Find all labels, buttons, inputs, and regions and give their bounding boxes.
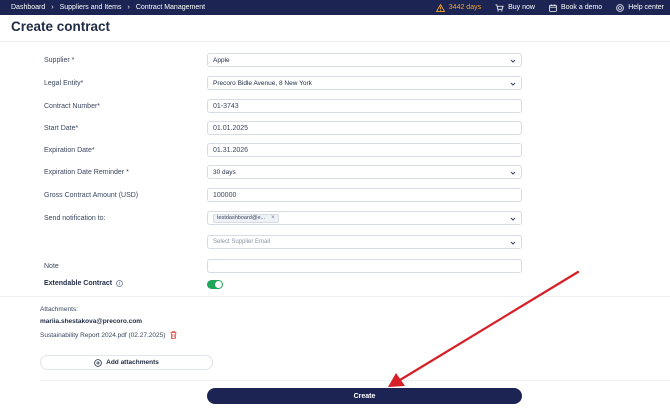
help-circle-icon xyxy=(616,3,624,12)
legal-entity-value: Precoro Bidle Avenue, 8 New York xyxy=(213,79,312,87)
contract-number-value: 01-3743 xyxy=(213,102,239,110)
expiration-date-input[interactable]: 01.31.2026 xyxy=(207,143,522,157)
expiration-reminder-label: Expiration Date Reminder * xyxy=(44,169,129,176)
expiration-reminder-value: 30 days xyxy=(213,168,236,176)
trial-days-text: 3442 days xyxy=(448,4,482,11)
divider xyxy=(0,41,670,42)
gross-amount-label: Gross Contract Amount (USD) xyxy=(44,192,139,199)
create-button-label: Create xyxy=(353,392,376,400)
buy-now-button[interactable]: Buy now xyxy=(495,3,535,12)
chevron-down-icon xyxy=(510,59,516,63)
help-center-label: Help center xyxy=(628,4,664,11)
cart-icon xyxy=(495,3,504,12)
notification-recipients-select[interactable]: testdashboard@e... × xyxy=(207,211,522,225)
note-input[interactable] xyxy=(207,259,522,273)
attachments-label: Attachments: xyxy=(40,306,78,313)
calendar-icon xyxy=(549,3,557,12)
extendable-contract-label: Extendable Contract i xyxy=(44,280,124,287)
warning-icon xyxy=(435,3,445,12)
breadcrumb-dashboard[interactable]: Dashboard xyxy=(11,4,45,11)
info-icon[interactable]: i xyxy=(116,280,124,287)
chevron-down-icon xyxy=(510,241,516,245)
recipient-chip: testdashboard@e... × xyxy=(213,213,279,223)
buy-now-label: Buy now xyxy=(508,4,535,11)
send-notification-label: Send notification to: xyxy=(44,215,106,222)
plus-circle-icon xyxy=(94,358,102,367)
legal-entity-select[interactable]: Precoro Bidle Avenue, 8 New York xyxy=(207,76,522,90)
add-attachments-button[interactable]: Add attachments xyxy=(40,355,213,370)
book-demo-button[interactable]: Book a demo xyxy=(549,3,603,12)
attachment-file-row: Sustainability Report 2024.pdf (02.27.20… xyxy=(40,331,177,339)
chevron-down-icon xyxy=(510,82,516,86)
start-date-input[interactable]: 01.01.2025 xyxy=(207,121,522,135)
add-attachments-label: Add attachments xyxy=(106,359,159,366)
chevron-right-icon: › xyxy=(51,4,54,11)
expiration-date-value: 01.31.2026 xyxy=(213,146,249,154)
attachment-uploader-email: mariia.shestakova@precoro.com xyxy=(40,318,143,325)
trial-days-indicator[interactable]: 3442 days xyxy=(435,3,482,12)
contract-number-input[interactable]: 01-3743 xyxy=(207,99,522,113)
attachment-file-name[interactable]: Sustainability Report 2024.pdf (02.27.20… xyxy=(40,332,165,339)
expiration-reminder-select[interactable]: 30 days xyxy=(207,165,522,179)
divider xyxy=(40,380,670,381)
toggle-knob xyxy=(215,281,222,288)
top-navigation-bar: Dashboard › Suppliers and Items › Contra… xyxy=(0,0,670,15)
contract-number-label: Contract Number* xyxy=(44,103,101,110)
supplier-email-placeholder: Select Supplier Email xyxy=(213,239,271,245)
book-demo-label: Book a demo xyxy=(560,4,603,11)
start-date-label: Start Date* xyxy=(44,125,79,132)
divider xyxy=(0,296,670,297)
recipient-chip-text: testdashboard@e... xyxy=(217,215,266,221)
start-date-value: 01.01.2025 xyxy=(213,124,249,132)
breadcrumb-suppliers-and-items[interactable]: Suppliers and Items xyxy=(60,4,122,11)
supplier-value: Apple xyxy=(213,56,230,64)
trash-icon[interactable] xyxy=(170,331,177,339)
gross-amount-input[interactable]: 100000 xyxy=(207,188,522,202)
extendable-contract-text: Extendable Contract xyxy=(44,280,113,287)
help-center-button[interactable]: Help center xyxy=(616,3,664,12)
gross-amount-value: 100000 xyxy=(213,191,237,199)
create-button[interactable]: Create xyxy=(207,388,522,404)
note-label: Note xyxy=(44,263,59,270)
supplier-label: Supplier * xyxy=(44,57,75,64)
supplier-email-select[interactable]: Select Supplier Email xyxy=(207,235,522,249)
page-title: Create contract xyxy=(11,19,111,34)
legal-entity-label: Legal Entity* xyxy=(44,80,84,87)
remove-chip-icon[interactable]: × xyxy=(271,215,275,221)
breadcrumb: Dashboard › Suppliers and Items › Contra… xyxy=(0,4,205,11)
expiration-date-label: Expiration Date* xyxy=(44,147,95,154)
chevron-down-icon xyxy=(510,217,516,221)
chevron-down-icon xyxy=(510,171,516,175)
breadcrumb-contract-management[interactable]: Contract Management xyxy=(136,4,205,11)
extendable-contract-toggle[interactable] xyxy=(207,280,223,289)
supplier-select[interactable]: Apple xyxy=(207,53,522,67)
chevron-right-icon: › xyxy=(127,4,130,11)
